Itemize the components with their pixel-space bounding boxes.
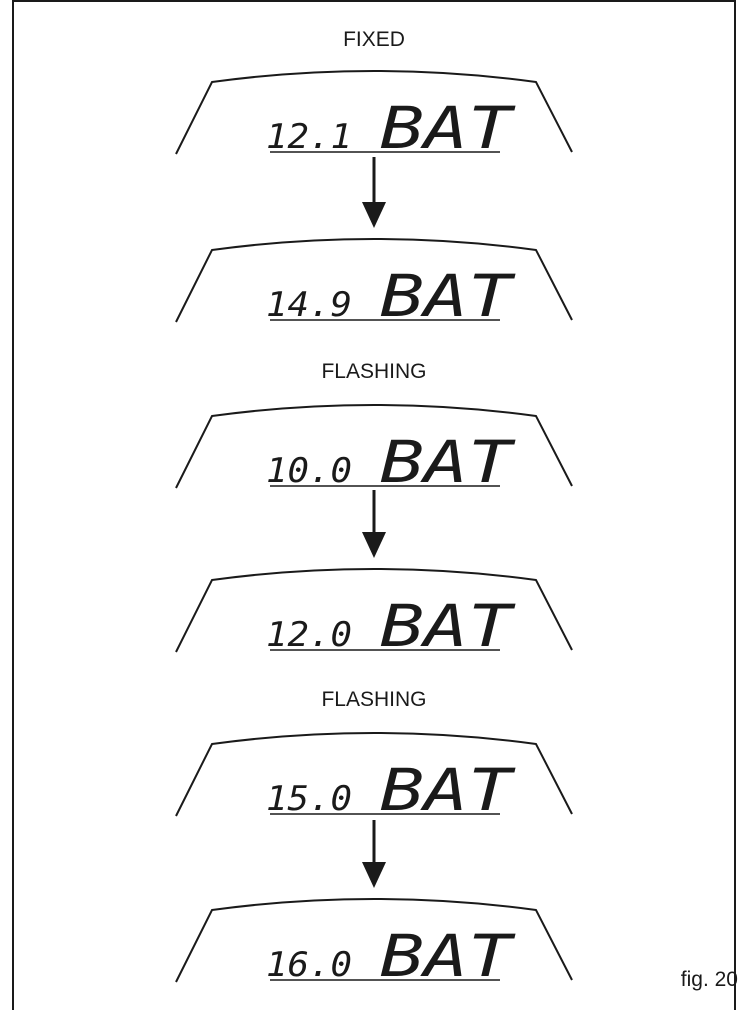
figure-label: fig. 20 xyxy=(680,968,738,991)
down-arrow-icon xyxy=(362,820,386,888)
lcd-voltage-value: 12.1 xyxy=(266,117,352,157)
lcd-voltage-value: 14.9 xyxy=(266,285,352,325)
lcd-bezel-outline xyxy=(175,238,573,323)
lcd-panel-6: 16.0 BAT xyxy=(175,898,573,990)
lcd-panel-4: 12.0 BAT xyxy=(175,568,573,660)
lcd-bezel-outline xyxy=(175,568,573,653)
lcd-bat-text: BAT xyxy=(380,922,516,990)
down-arrow-icon xyxy=(362,157,386,228)
down-arrow-icon xyxy=(362,490,386,558)
lcd-bat-text: BAT xyxy=(380,428,516,496)
lcd-panel-3: 10.0 BAT xyxy=(175,404,573,496)
lcd-panel-5: 15.0 BAT xyxy=(175,732,573,824)
state-label-fixed: FIXED xyxy=(343,28,405,51)
lcd-bezel-outline xyxy=(175,70,573,155)
lcd-bezel-outline xyxy=(175,404,573,489)
lcd-bat-text: BAT xyxy=(380,592,516,660)
lcd-bezel-outline xyxy=(175,732,573,817)
state-label-flashing-1: FLASHING xyxy=(321,360,427,383)
lcd-voltage-value: 10.0 xyxy=(266,451,352,491)
state-label-flashing-2: FLASHING xyxy=(321,688,427,711)
arrow-head xyxy=(362,532,386,558)
lcd-bat-text: BAT xyxy=(380,94,516,162)
lcd-bat-text: BAT xyxy=(380,262,516,330)
lcd-panel-2: 14.9 BAT xyxy=(175,238,573,330)
figure-frame: 12.1 BAT 14.9 BAT 10.0 BAT 12.0 BAT 15.0 BAT 16.0 B… xyxy=(0,0,748,1010)
lcd-voltage-value: 12.0 xyxy=(266,615,352,655)
lcd-sequence-diagram: 12.1 BAT 14.9 BAT 10.0 BAT 12.0 BAT 15.0 BAT 16.0 B… xyxy=(12,0,736,1010)
arrow-head xyxy=(362,202,386,228)
lcd-bezel-outline xyxy=(175,898,573,983)
arrow-head xyxy=(362,862,386,888)
lcd-bat-text: BAT xyxy=(380,756,516,824)
lcd-voltage-value: 16.0 xyxy=(266,945,352,985)
lcd-panel-1: 12.1 BAT xyxy=(175,70,573,162)
lcd-voltage-value: 15.0 xyxy=(266,779,352,819)
